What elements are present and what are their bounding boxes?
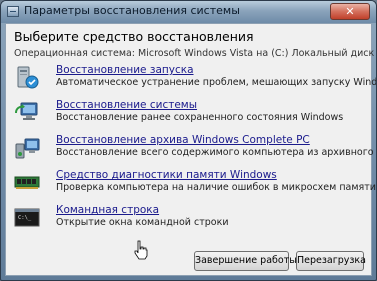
- system-restore-icon: [15, 102, 38, 120]
- page-title: Выберите средство восстановления: [14, 29, 254, 44]
- startup-repair-icon: [17, 66, 39, 89]
- recovery-tool-memory-diagnostic[interactable]: Средство диагностики памяти Windows Пров…: [14, 169, 376, 199]
- recovery-options-window: Параметры восстановления системы ✕ Выбер…: [0, 0, 377, 281]
- recovery-tool-description: Автоматическое устранение проблем, мешаю…: [56, 77, 377, 88]
- recovery-tool-description: Открытие окна командной строки: [56, 217, 229, 228]
- recovery-tool-description: Проверка компьютера на наличие ошибок в …: [56, 182, 376, 193]
- close-button[interactable]: ✕: [330, 3, 370, 20]
- command-prompt-icon: C:\_: [14, 208, 40, 227]
- recovery-tool-label[interactable]: Командная строка: [56, 204, 159, 216]
- dialog-body: Выберите средство восстановления Операци…: [5, 23, 376, 276]
- recovery-tool-label[interactable]: Восстановление архива Windows Complete P…: [56, 134, 310, 146]
- shutdown-button[interactable]: Завершение работы: [194, 251, 297, 271]
- restart-button[interactable]: Перезагрузка: [296, 251, 366, 271]
- svg-text:C:\_: C:\_: [18, 215, 32, 221]
- close-icon: ✕: [345, 5, 355, 18]
- title-bar[interactable]: Параметры восстановления системы ✕: [1, 1, 376, 23]
- recovery-tool-complete-pc[interactable]: Восстановление архива Windows Complete P…: [14, 134, 376, 164]
- recovery-tool-label[interactable]: Средство диагностики памяти Windows: [56, 169, 277, 181]
- memory-diagnostic-icon: [14, 176, 40, 189]
- recovery-tool-description: Восстановление ранее сохраненного состоя…: [56, 112, 344, 123]
- recovery-tool-description: Восстановление всего содержимого компьют…: [56, 147, 377, 158]
- window-title: Параметры восстановления системы: [24, 4, 240, 17]
- recovery-tool-label[interactable]: Восстановление запуска: [56, 64, 194, 76]
- window-icon: [7, 6, 19, 17]
- recovery-tool-command-prompt[interactable]: C:\_ Командная строка Открытие окна кома…: [14, 204, 364, 234]
- complete-pc-restore-icon: [15, 138, 40, 159]
- hand-cursor-icon: [134, 240, 148, 260]
- recovery-tool-label[interactable]: Восстановление системы: [56, 99, 197, 111]
- os-info: Операционная система: Microsoft Windows …: [14, 48, 375, 59]
- recovery-tool-system-restore[interactable]: Восстановление системы Восстановление ра…: [14, 99, 364, 129]
- recovery-tool-startup-repair[interactable]: Восстановление запуска Автоматическое ус…: [14, 64, 376, 94]
